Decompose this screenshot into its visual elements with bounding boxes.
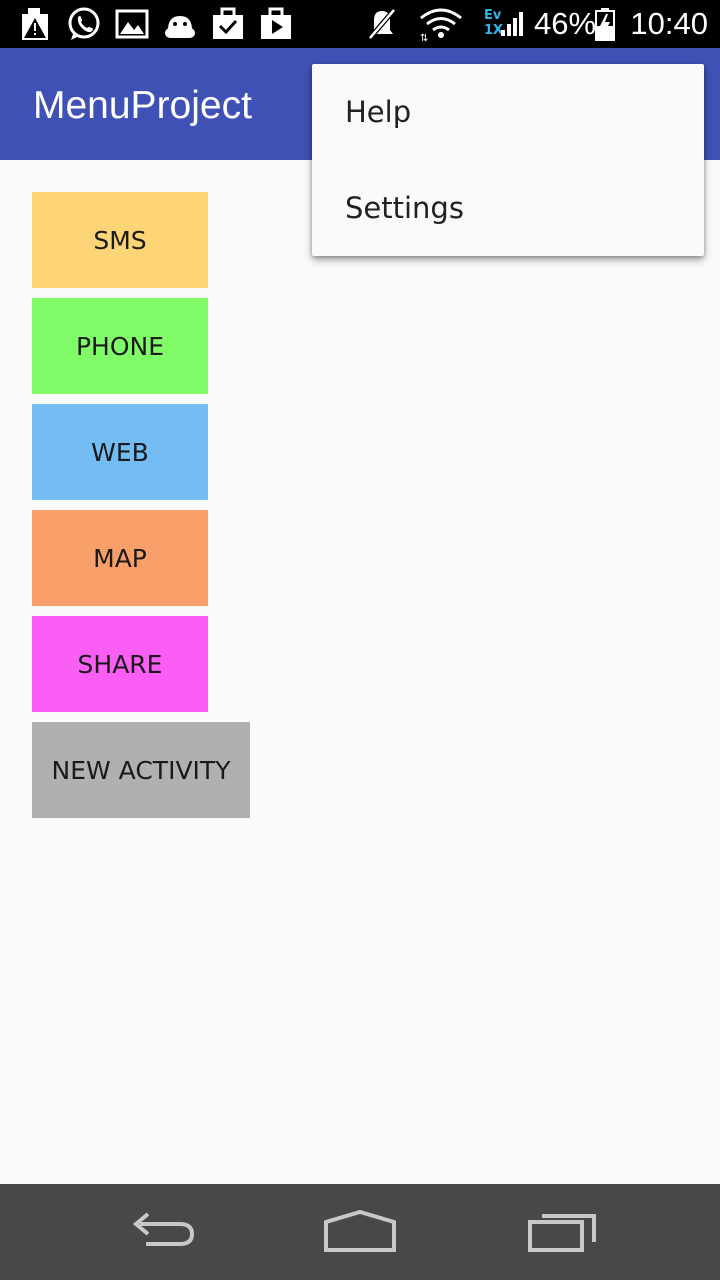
mute-icon [368, 8, 396, 40]
battery-percent: 46% [534, 6, 597, 41]
alert-icon [22, 8, 48, 40]
home-icon[interactable] [312, 1202, 408, 1262]
svg-text:⇅: ⇅ [420, 33, 428, 42]
map-button[interactable]: MAP [32, 510, 208, 606]
back-icon[interactable] [112, 1202, 208, 1262]
whatsapp-icon [68, 7, 100, 40]
sms-button[interactable]: SMS [32, 192, 208, 288]
gallery-icon [115, 9, 149, 39]
status-bar: ⇅ Ev 1X 46% 10:40 [0, 0, 720, 48]
app-title: MenuProject [33, 84, 252, 127]
android-icon [165, 16, 195, 38]
signal-icon [501, 12, 523, 36]
share-button[interactable]: SHARE [32, 616, 208, 712]
navigation-bar [0, 1184, 720, 1280]
menu-item-help[interactable]: Help [312, 64, 704, 160]
phone-button[interactable]: PHONE [32, 298, 208, 394]
recents-icon[interactable] [512, 1202, 608, 1262]
task-check-icon [213, 7, 243, 39]
clock: 10:40 [630, 6, 708, 41]
new-activity-button[interactable]: NEW ACTIVITY [32, 722, 250, 818]
battery-icon [595, 8, 615, 41]
play-store-icon [261, 7, 291, 39]
overflow-menu: Help Settings [312, 64, 704, 256]
menu-item-settings[interactable]: Settings [312, 160, 704, 256]
web-button[interactable]: WEB [32, 404, 208, 500]
wifi-icon: ⇅ [420, 8, 462, 42]
